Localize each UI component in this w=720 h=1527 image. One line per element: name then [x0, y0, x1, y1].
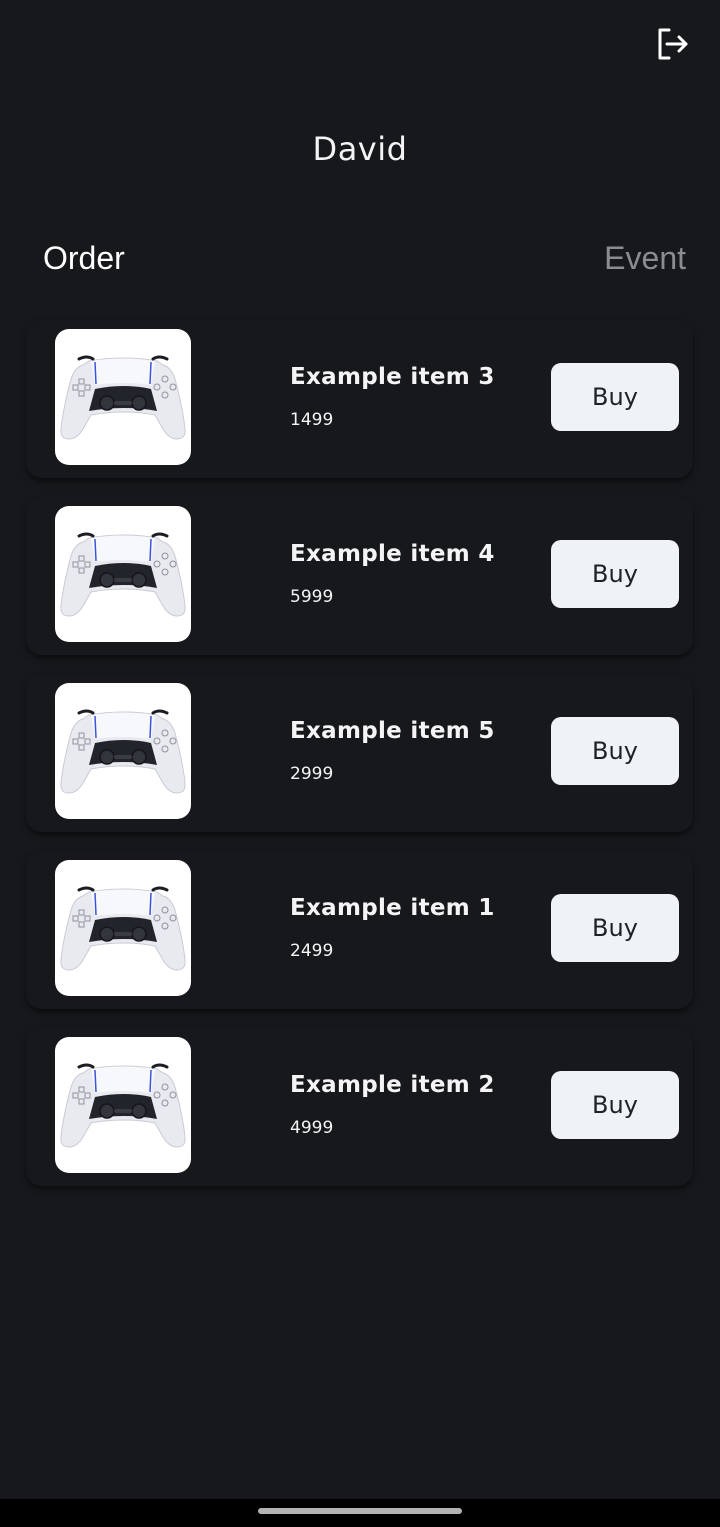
system-navigation-bar [0, 1499, 720, 1527]
tab-order[interactable]: Order [43, 240, 125, 277]
gamepad-controller-image [60, 709, 186, 794]
buy-button[interactable]: Buy [551, 894, 679, 962]
logout-button[interactable] [652, 24, 692, 64]
item-list: Example item 3 1499 Buy Example item 4 5… [26, 320, 693, 1205]
item-name: Example item 1 [290, 895, 495, 921]
item-thumbnail [55, 1037, 191, 1173]
gamepad-controller-image [60, 1063, 186, 1148]
item-price: 2499 [290, 941, 334, 961]
item-thumbnail [55, 860, 191, 996]
tab-event[interactable]: Event [604, 240, 686, 277]
home-indicator[interactable] [258, 1508, 462, 1514]
buy-button[interactable]: Buy [551, 1071, 679, 1139]
item-name: Example item 3 [290, 364, 495, 390]
item-card: Example item 4 5999 Buy [26, 497, 693, 655]
item-price: 1499 [290, 410, 334, 430]
item-price: 2999 [290, 764, 334, 784]
user-name: David [312, 130, 408, 168]
item-card: Example item 3 1499 Buy [26, 320, 693, 478]
gamepad-controller-image [60, 532, 186, 617]
item-price: 4999 [290, 1118, 334, 1138]
item-thumbnail [55, 683, 191, 819]
gamepad-controller-image [60, 886, 186, 971]
item-thumbnail [55, 506, 191, 642]
item-card: Example item 1 2499 Buy [26, 851, 693, 1009]
item-card: Example item 2 4999 Buy [26, 1028, 693, 1186]
item-name: Example item 4 [290, 541, 495, 567]
item-name: Example item 2 [290, 1072, 495, 1098]
buy-button[interactable]: Buy [551, 717, 679, 785]
item-name: Example item 5 [290, 718, 495, 744]
buy-button[interactable]: Buy [551, 363, 679, 431]
logout-icon [658, 28, 688, 60]
gamepad-controller-image [60, 355, 186, 440]
item-price: 5999 [290, 587, 334, 607]
buy-button[interactable]: Buy [551, 540, 679, 608]
item-thumbnail [55, 329, 191, 465]
item-card: Example item 5 2999 Buy [26, 674, 693, 832]
